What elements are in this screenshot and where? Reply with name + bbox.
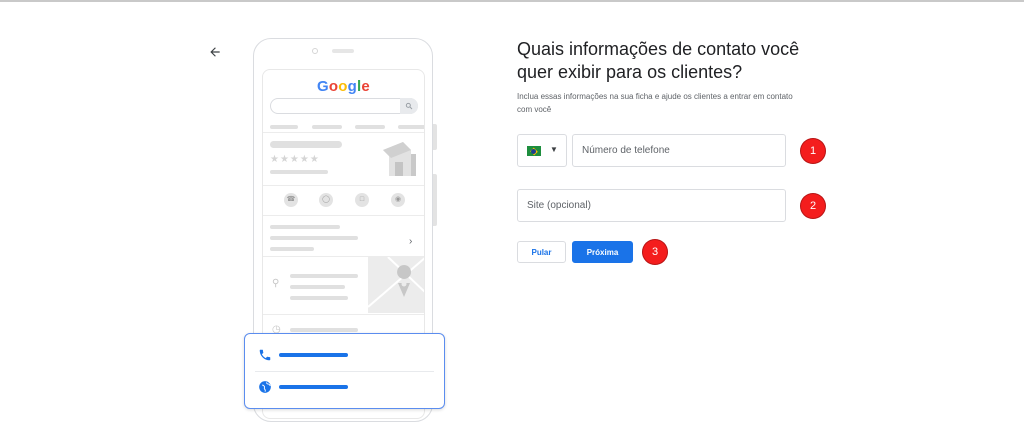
- mock-tab-line: [355, 125, 385, 129]
- bookmark-icon: □: [355, 193, 369, 207]
- mock-text-line: [290, 285, 345, 289]
- location-pin-icon: ⚲: [272, 278, 280, 289]
- chevron-right-icon: ›: [409, 236, 413, 247]
- annotation-marker-1: 1: [800, 138, 826, 164]
- mock-divider: [263, 185, 424, 186]
- annotation-marker-2: 2: [800, 193, 826, 219]
- page-subtitle: Inclua essas informações na sua ficha e …: [517, 92, 793, 114]
- mock-tab-line: [270, 125, 298, 129]
- mock-tab-line: [312, 125, 342, 129]
- mock-text-line: [290, 296, 348, 300]
- mock-map: [368, 257, 424, 313]
- google-logo: Google: [317, 78, 370, 95]
- phone-icon: ☎: [284, 193, 298, 207]
- back-button[interactable]: [205, 42, 225, 62]
- top-divider: [0, 0, 1024, 2]
- contact-info-card: [244, 333, 445, 409]
- page-title: Quais informações de contato você quer e…: [517, 39, 800, 82]
- storefront-icon: [381, 140, 417, 178]
- mock-text-line: [270, 225, 340, 229]
- caret-down-icon: ▼: [550, 145, 558, 154]
- mock-text-line: [270, 236, 358, 240]
- contact-website-placeholder-bar: [279, 385, 348, 389]
- globe-icon: [259, 381, 271, 393]
- arrow-left-icon: [210, 47, 220, 57]
- contact-phone-row: [245, 340, 444, 370]
- mock-divider: [263, 215, 424, 216]
- phone-camera: [312, 48, 318, 54]
- website-field[interactable]: [517, 189, 786, 222]
- mock-rating-stars: ★★★★★: [270, 154, 320, 165]
- globe-icon: ◉: [391, 193, 405, 207]
- mock-tab-line: [398, 125, 424, 129]
- contact-website-row: [245, 372, 444, 402]
- skip-button[interactable]: Pular: [517, 241, 566, 263]
- mock-text-line: [290, 328, 358, 332]
- phone-speaker: [332, 49, 354, 53]
- mock-divider: [263, 314, 424, 315]
- phone-side-button: [433, 124, 437, 150]
- mock-search-bar: [270, 98, 418, 114]
- mock-title-line: [270, 141, 342, 148]
- phone-number-field[interactable]: [572, 134, 786, 167]
- phone-number-input[interactable]: [573, 135, 785, 166]
- directions-icon: ◯: [319, 193, 333, 207]
- mock-text-line: [290, 274, 358, 278]
- search-icon: [400, 98, 418, 114]
- phone-side-button: [433, 174, 437, 226]
- phone-icon: [259, 349, 271, 361]
- mock-text-line: [270, 247, 314, 251]
- website-input[interactable]: [518, 190, 785, 221]
- mock-text-line: [270, 170, 328, 174]
- contact-phone-placeholder-bar: [279, 353, 348, 357]
- flag-globe: [531, 149, 536, 154]
- country-code-select[interactable]: ▼: [517, 134, 567, 167]
- annotation-marker-3: 3: [642, 239, 668, 265]
- mock-divider: [263, 132, 424, 133]
- next-button[interactable]: Próxima: [572, 241, 633, 263]
